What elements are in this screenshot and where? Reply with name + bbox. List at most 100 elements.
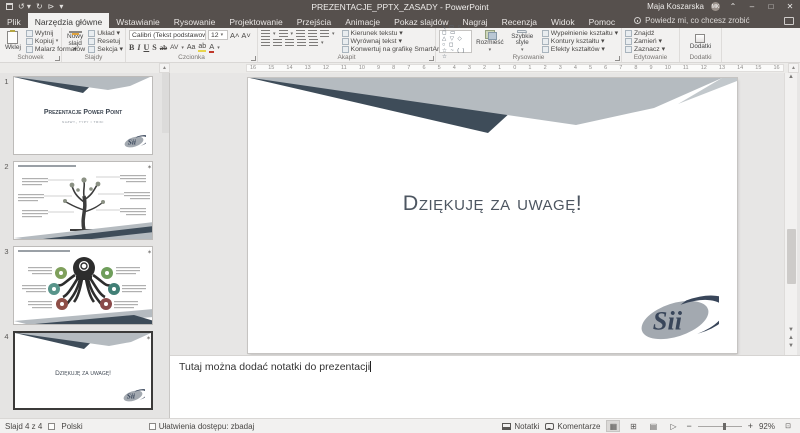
replace-button[interactable]: Zamień ▾ (625, 38, 665, 45)
close-button[interactable]: ✕ (784, 2, 796, 11)
arrange-button[interactable]: Rozmieść▾ (475, 30, 505, 53)
ribbon-display-options-icon[interactable]: ⌃ (727, 2, 739, 11)
slide-thumbnail-4-selected[interactable]: ✶ Dziękuję za uwagę! Sii (13, 331, 153, 410)
tell-me-box[interactable]: Powiedz mi, co chcesz zrobić (622, 13, 749, 28)
comments-toggle-button[interactable]: Komentarze (545, 422, 600, 431)
decrease-indent-icon[interactable] (296, 30, 305, 37)
line-spacing-icon[interactable] (320, 30, 329, 37)
shrink-font-button[interactable]: A˅ (241, 31, 250, 40)
zoom-level[interactable]: 92% (759, 422, 775, 431)
slideshow-view-button[interactable]: ▷ (666, 420, 680, 432)
tab-wstawianie[interactable]: Wstawianie (109, 13, 166, 28)
zoom-slider-knob[interactable] (723, 423, 726, 430)
slide-thumbnail-1[interactable]: Prezentacje Power Point nazwy, typy i tr… (13, 76, 153, 155)
thumbnail-scrollbar[interactable] (162, 73, 169, 133)
tab-recenzja[interactable]: Recenzja (495, 13, 544, 28)
slide-indicator[interactable]: Slajd 4 z 4 (5, 422, 42, 431)
font-color-button[interactable]: A (209, 42, 214, 53)
font-dialog-launcher[interactable] (251, 56, 256, 61)
italic-button[interactable]: I (137, 43, 140, 52)
shape-effects-button[interactable]: Efekty kształtów ▾ (542, 46, 618, 53)
slide-sorter-view-button[interactable]: ⊞ (626, 420, 640, 432)
tab-przejścia[interactable]: Przejścia (290, 13, 338, 28)
tab-widok[interactable]: Widok (544, 13, 582, 28)
normal-view-button[interactable]: ▦ (606, 420, 620, 432)
previous-slide-button[interactable]: ▲ (788, 334, 794, 342)
bold-button[interactable]: B (129, 43, 134, 52)
text-direction-button[interactable]: Kierunek tekstu ▾ (342, 30, 447, 37)
qat-customize-icon[interactable]: ▾ (59, 0, 63, 13)
align-right-icon[interactable] (285, 39, 294, 46)
increase-indent-icon[interactable] (308, 30, 317, 37)
strikethrough-button[interactable]: ab (160, 44, 167, 52)
shape-outline-button[interactable]: Kontury kształtu ▾ (542, 38, 618, 45)
highlight-color-button[interactable]: ab (198, 43, 206, 52)
spellcheck-icon[interactable] (48, 423, 55, 430)
font-name-select[interactable]: Calibri (Tekst podstawow▾ (129, 30, 206, 40)
undo-icon[interactable]: ↺ ▾ (18, 0, 31, 13)
character-spacing-button[interactable]: AV (170, 44, 178, 51)
zoom-in-button[interactable]: + (748, 421, 753, 431)
next-slide-button[interactable]: ▼ (788, 342, 794, 350)
vertical-scrollbar[interactable]: ▲ ▼ ▲ ▼ (784, 73, 797, 355)
tab-projektowanie[interactable]: Projektowanie (222, 13, 289, 28)
scrollbar-thumb[interactable] (787, 229, 796, 284)
fit-slide-to-window-button[interactable]: ⊡ (781, 420, 795, 432)
accessibility-checker[interactable]: Ułatwienia dostępu: zbadaj (149, 422, 255, 431)
slide-canvas[interactable]: Dziękuję za uwagę! Sii (248, 78, 737, 353)
tab-plik[interactable]: Plik (0, 13, 28, 28)
addins-button[interactable]: Dodatki (689, 30, 712, 53)
select-button[interactable]: Zaznacz ▾ (625, 46, 665, 53)
smartart-button[interactable]: Konwertuj na grafikę SmartArt ▾ (342, 46, 447, 53)
maximize-button[interactable]: □ (765, 2, 777, 11)
numbering-icon[interactable] (279, 30, 288, 37)
paste-button[interactable]: Wklej (3, 30, 23, 53)
font-size-select[interactable]: 12▾ (208, 30, 228, 40)
shapes-gallery[interactable]: ╲ ▭ ○ ◻ ▭ △ ▽ ◇ ○ ◻ ☆ ~ ( ) ☆ (439, 30, 472, 53)
language-label[interactable]: Polski (61, 422, 82, 431)
align-text-button[interactable]: Wyrównaj tekst ▾ (342, 38, 447, 45)
thumbnail-scroll-up-button[interactable]: ▲ (159, 63, 170, 73)
paragraph-dialog-launcher[interactable] (429, 56, 434, 61)
slide-thumbnail-3[interactable]: ✶ (13, 246, 153, 325)
save-icon[interactable] (6, 3, 13, 10)
reading-view-button[interactable]: ▤ (646, 420, 660, 432)
reset-button[interactable]: Resetuj (88, 38, 123, 45)
slide-thumbnail-2[interactable]: ✶ (13, 161, 153, 240)
change-case-button[interactable]: Aa (187, 44, 196, 51)
grow-font-button[interactable]: A˄ (230, 31, 239, 40)
tab-animacje[interactable]: Animacje (338, 13, 387, 28)
underline-button[interactable]: U (143, 43, 149, 52)
clipboard-dialog-launcher[interactable] (55, 56, 60, 61)
zoom-slider[interactable] (698, 426, 742, 427)
layout-button[interactable]: Układ ▾ (88, 30, 123, 37)
user-name[interactable]: Maja Koszarska (647, 2, 704, 11)
bullets-icon[interactable] (261, 30, 270, 37)
notes-pane[interactable]: Tutaj można dodać notatki do prezentacji (170, 355, 800, 418)
scroll-down-icon[interactable]: ▼ (788, 326, 794, 334)
notes-toggle-button[interactable]: Notatki (502, 422, 539, 431)
tab-rysowanie[interactable]: Rysowanie (167, 13, 223, 28)
zoom-out-button[interactable]: − (686, 421, 691, 431)
tab-narzędzia-główne[interactable]: Narzędzia główne (28, 13, 110, 28)
slide-title-text[interactable]: Dziękuję za uwagę! (248, 191, 737, 216)
start-slideshow-icon[interactable]: ⊳ (48, 0, 55, 13)
section-button[interactable]: Sekcja ▾ (88, 46, 123, 53)
collapse-ribbon-button[interactable]: ▲ (788, 63, 799, 73)
tab-pomoc[interactable]: Pomoc (582, 13, 622, 28)
align-center-icon[interactable] (273, 39, 282, 46)
quick-styles-button[interactable]: Szybkie style▾ (508, 30, 537, 53)
text-shadow-button[interactable]: S (152, 43, 156, 52)
find-button[interactable]: Znajdź (625, 30, 665, 37)
drawing-dialog-launcher[interactable] (615, 56, 620, 61)
new-slide-button[interactable]: Nowy slajd ▾ (65, 30, 85, 53)
avatar[interactable]: MK (711, 2, 720, 11)
redo-icon[interactable]: ↻ (36, 0, 43, 13)
minimize-button[interactable]: – (746, 2, 758, 11)
columns-icon[interactable] (309, 39, 318, 46)
shape-fill-button[interactable]: Wypełnienie kształtu ▾ (542, 30, 618, 37)
justify-icon[interactable] (297, 39, 306, 46)
scroll-up-icon[interactable]: ▲ (788, 73, 794, 81)
align-left-icon[interactable] (261, 39, 270, 46)
share-comment-icon[interactable] (784, 17, 794, 25)
